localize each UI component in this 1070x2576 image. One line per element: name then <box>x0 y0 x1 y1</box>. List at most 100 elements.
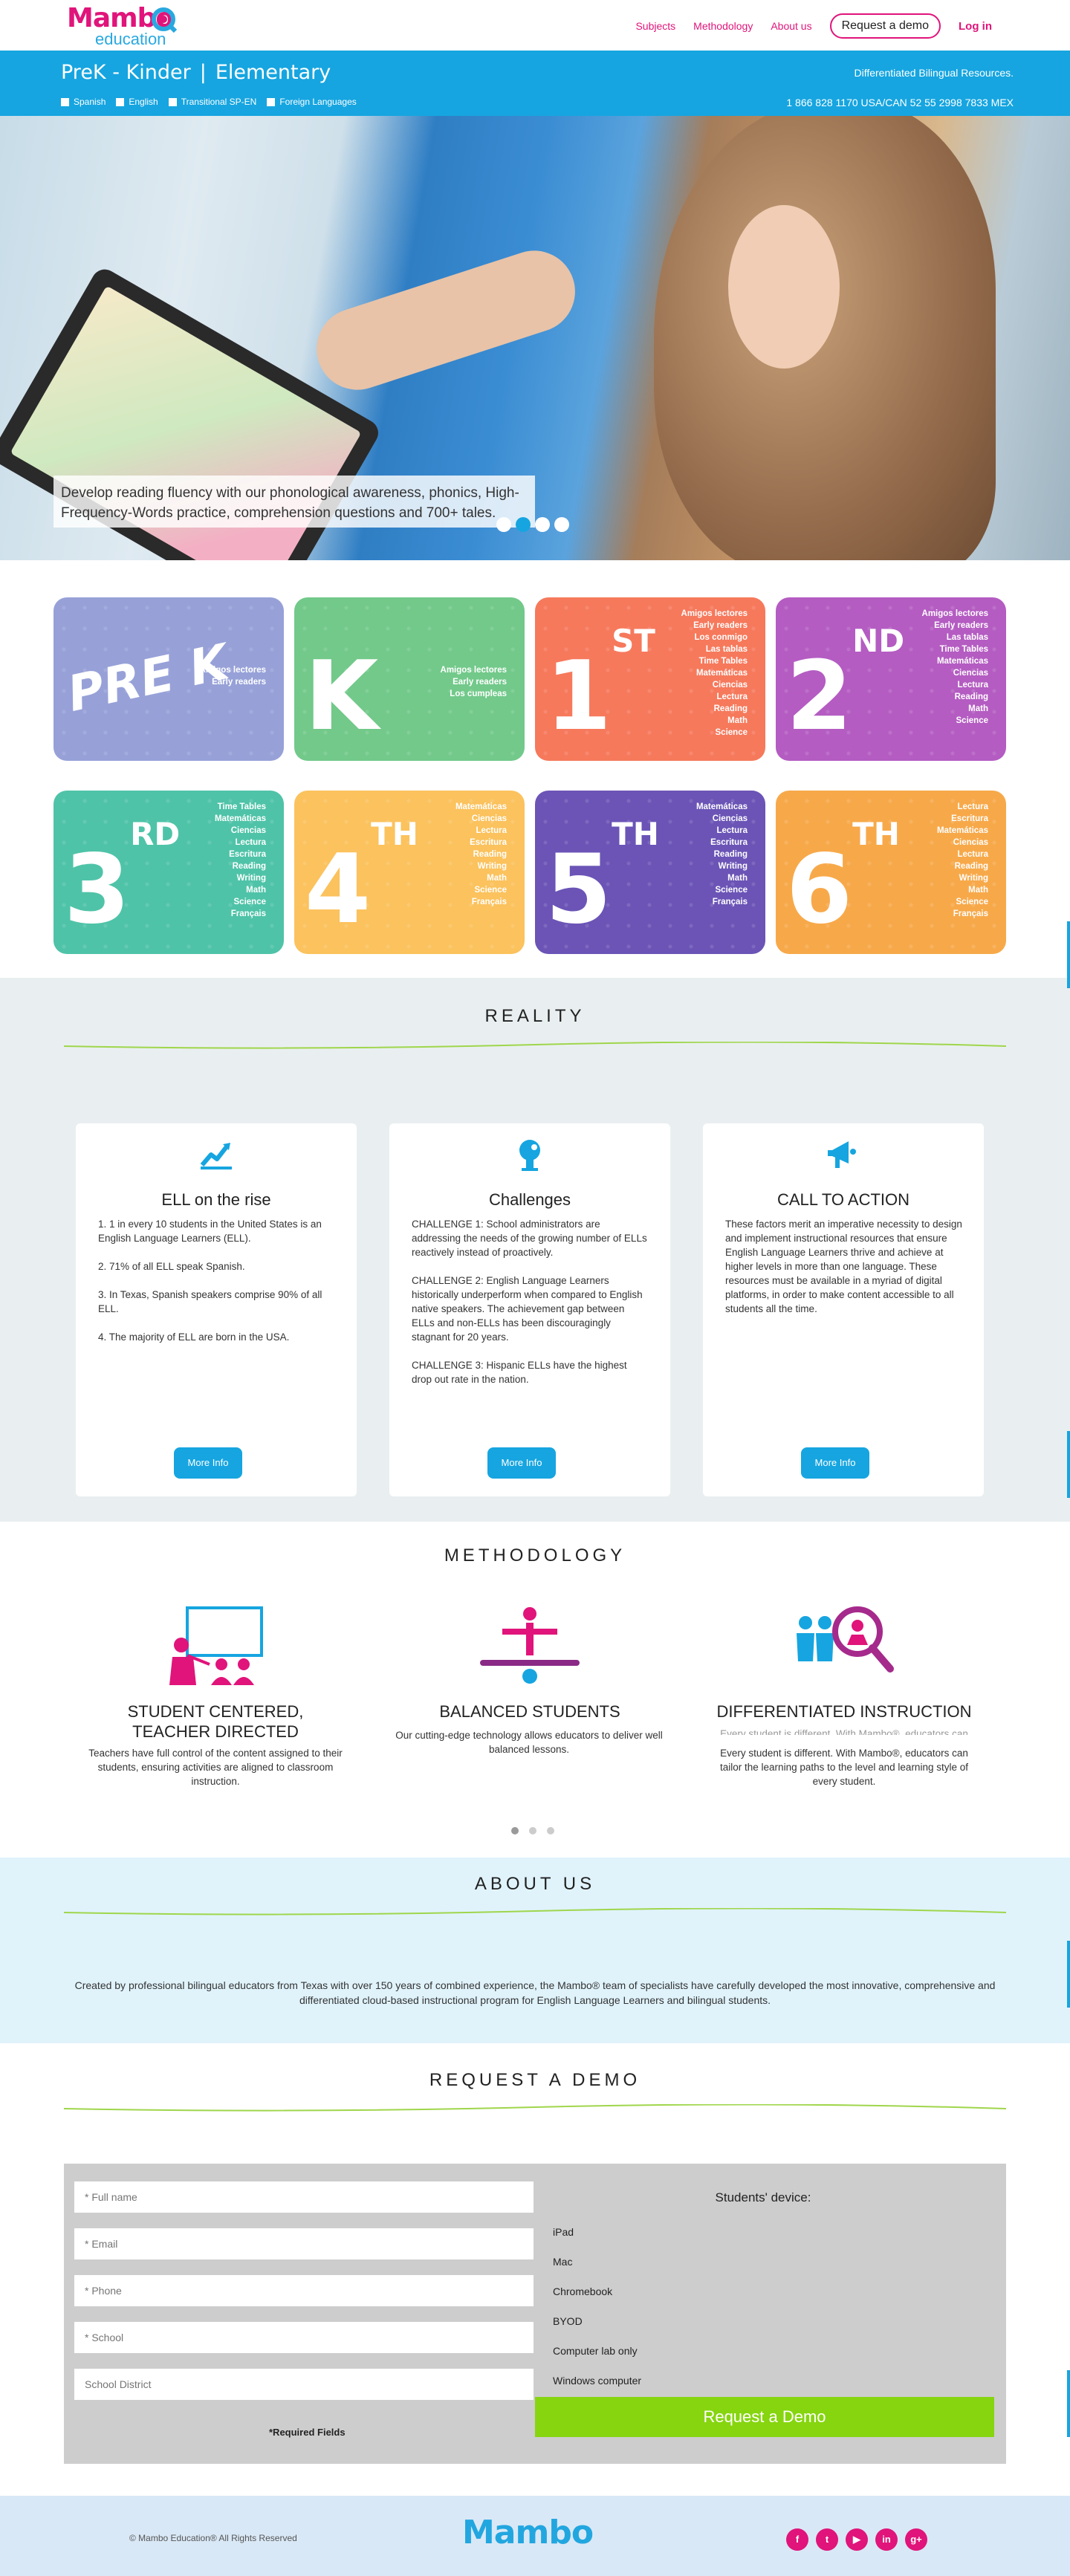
subject-link[interactable]: Escritura <box>215 849 266 860</box>
device-option-windows[interactable]: Windows computer <box>553 2375 641 2387</box>
subject-link[interactable]: Math <box>455 872 507 884</box>
checkbox[interactable] <box>168 97 177 106</box>
more-info-button[interactable]: More Info <box>174 1447 242 1479</box>
subject-link[interactable]: Time Tables <box>681 655 748 667</box>
subject-link[interactable]: Escritura <box>696 837 748 849</box>
subject-link[interactable]: Amigos lectores <box>200 664 266 676</box>
subject-link[interactable]: Time Tables <box>215 801 266 813</box>
subject-link[interactable]: Los cumpleas <box>441 688 507 700</box>
subject-link[interactable]: Early readers <box>200 676 266 688</box>
subject-link[interactable]: Los conmigo <box>681 632 748 643</box>
lang-english[interactable]: English <box>116 97 158 107</box>
device-option-mac[interactable]: Mac <box>553 2256 572 2268</box>
checkbox[interactable] <box>116 97 125 106</box>
grade-tile[interactable]: K Amigos lectores Early readers Los cumplea… <box>294 597 525 761</box>
subject-link[interactable]: Matemáticas <box>922 655 988 667</box>
checkbox[interactable] <box>267 97 276 106</box>
pager-dot[interactable] <box>529 1827 536 1834</box>
google-plus-icon[interactable]: g+ <box>905 2528 927 2551</box>
subject-link[interactable]: Writing <box>455 860 507 872</box>
subject-link[interactable]: Math <box>937 884 988 896</box>
login-link[interactable]: Log in <box>959 20 992 33</box>
device-option-ipad[interactable]: iPad <box>553 2226 574 2238</box>
level-elementary[interactable]: Elementary <box>215 61 331 84</box>
subject-link[interactable]: Science <box>681 727 748 739</box>
school-district-field[interactable] <box>74 2369 534 2400</box>
nav-methodology[interactable]: Methodology <box>693 20 753 32</box>
subject-link[interactable]: Reading <box>455 849 507 860</box>
nav-about-us[interactable]: About us <box>771 20 811 32</box>
subject-link[interactable]: Matemáticas <box>455 801 507 813</box>
subject-link[interactable]: Early readers <box>441 676 507 688</box>
subject-link[interactable]: Lectura <box>696 825 748 837</box>
mambo-logo[interactable]: Mambo education <box>67 3 178 48</box>
linkedin-icon[interactable]: in <box>875 2528 898 2551</box>
subject-link[interactable]: Math <box>922 703 988 715</box>
subject-link[interactable]: Français <box>215 908 266 920</box>
subject-link[interactable]: Time Tables <box>922 643 988 655</box>
subject-link[interactable]: Ciencias <box>215 825 266 837</box>
subject-link[interactable]: Math <box>215 884 266 896</box>
checkbox[interactable] <box>61 97 69 106</box>
full-name-field[interactable] <box>74 2181 534 2213</box>
lang-foreign[interactable]: Foreign Languages <box>267 97 357 107</box>
subject-link[interactable]: Reading <box>696 849 748 860</box>
subject-link[interactable]: Escritura <box>455 837 507 849</box>
youtube-icon[interactable]: ▶ <box>846 2528 868 2551</box>
school-field[interactable] <box>74 2322 534 2353</box>
subject-link[interactable]: Lectura <box>937 849 988 860</box>
request-demo-button[interactable]: Request a demo <box>829 13 941 39</box>
grade-tile[interactable]: 3RD Time Tables Matemáticas Ciencias Lectura… <box>54 791 284 954</box>
subject-link[interactable]: Lectura <box>455 825 507 837</box>
grade-tile[interactable]: 2ND Amigos lectores Early readers Las tabla… <box>776 597 1006 761</box>
subject-link[interactable]: Matemáticas <box>937 825 988 837</box>
grade-tile[interactable]: 1ST Amigos lectores Early readers Los conmi… <box>535 597 765 761</box>
pager-dot-active[interactable] <box>511 1827 519 1834</box>
slider-dot[interactable] <box>554 517 569 532</box>
subject-link[interactable]: Ciencias <box>937 837 988 849</box>
subject-link[interactable]: Français <box>937 908 988 920</box>
subject-link[interactable]: Las tablas <box>922 632 988 643</box>
grade-tile[interactable]: 5TH Matemáticas Ciencias Lectura Escritura Re… <box>535 791 765 954</box>
subject-link[interactable]: Lectura <box>937 801 988 813</box>
slider-dot[interactable] <box>496 517 511 532</box>
subject-link[interactable]: Early readers <box>681 620 748 632</box>
twitter-icon[interactable]: t <box>816 2528 838 2551</box>
subject-link[interactable]: Amigos lectores <box>922 608 988 620</box>
subject-link[interactable]: Matemáticas <box>215 813 266 825</box>
subject-link[interactable]: Early readers <box>922 620 988 632</box>
subject-link[interactable]: Ciencias <box>455 813 507 825</box>
device-option-byod[interactable]: BYOD <box>553 2315 583 2327</box>
level-prek-kinder[interactable]: PreK - Kinder <box>61 61 191 84</box>
subject-link[interactable]: Science <box>696 884 748 896</box>
subject-link[interactable]: Math <box>681 715 748 727</box>
subject-link[interactable]: Las tablas <box>681 643 748 655</box>
subject-link[interactable]: Reading <box>922 691 988 703</box>
subject-link[interactable]: Science <box>937 896 988 908</box>
subject-link[interactable]: Science <box>215 896 266 908</box>
lang-transitional[interactable]: Transitional SP-EN <box>168 97 256 107</box>
subject-link[interactable]: Amigos lectores <box>681 608 748 620</box>
device-option-chromebook[interactable]: Chromebook <box>553 2285 612 2297</box>
more-info-button[interactable]: More Info <box>487 1447 556 1479</box>
subject-link[interactable]: Matemáticas <box>696 801 748 813</box>
device-option-computer-lab[interactable]: Computer lab only <box>553 2345 638 2357</box>
submit-demo-button[interactable]: Request a Demo <box>535 2397 994 2437</box>
subject-link[interactable]: Français <box>455 896 507 908</box>
subject-link[interactable]: Ciencias <box>681 679 748 691</box>
subject-link[interactable]: Writing <box>696 860 748 872</box>
grade-tile[interactable]: PRE K Amigos lectores Early readers <box>54 597 284 761</box>
subject-link[interactable]: Reading <box>937 860 988 872</box>
subject-link[interactable]: Escritura <box>937 813 988 825</box>
subject-link[interactable]: Ciencias <box>696 813 748 825</box>
footer-logo[interactable]: Mambo <box>462 2514 594 2551</box>
subject-link[interactable]: Science <box>922 715 988 727</box>
slider-dot[interactable] <box>535 517 550 532</box>
subject-link[interactable]: Lectura <box>681 691 748 703</box>
subject-link[interactable]: Writing <box>937 872 988 884</box>
subject-link[interactable]: Writing <box>215 872 266 884</box>
subject-link[interactable]: Ciencias <box>922 667 988 679</box>
email-field[interactable] <box>74 2228 534 2259</box>
pager-dot[interactable] <box>547 1827 554 1834</box>
subject-link[interactable]: Français <box>696 896 748 908</box>
